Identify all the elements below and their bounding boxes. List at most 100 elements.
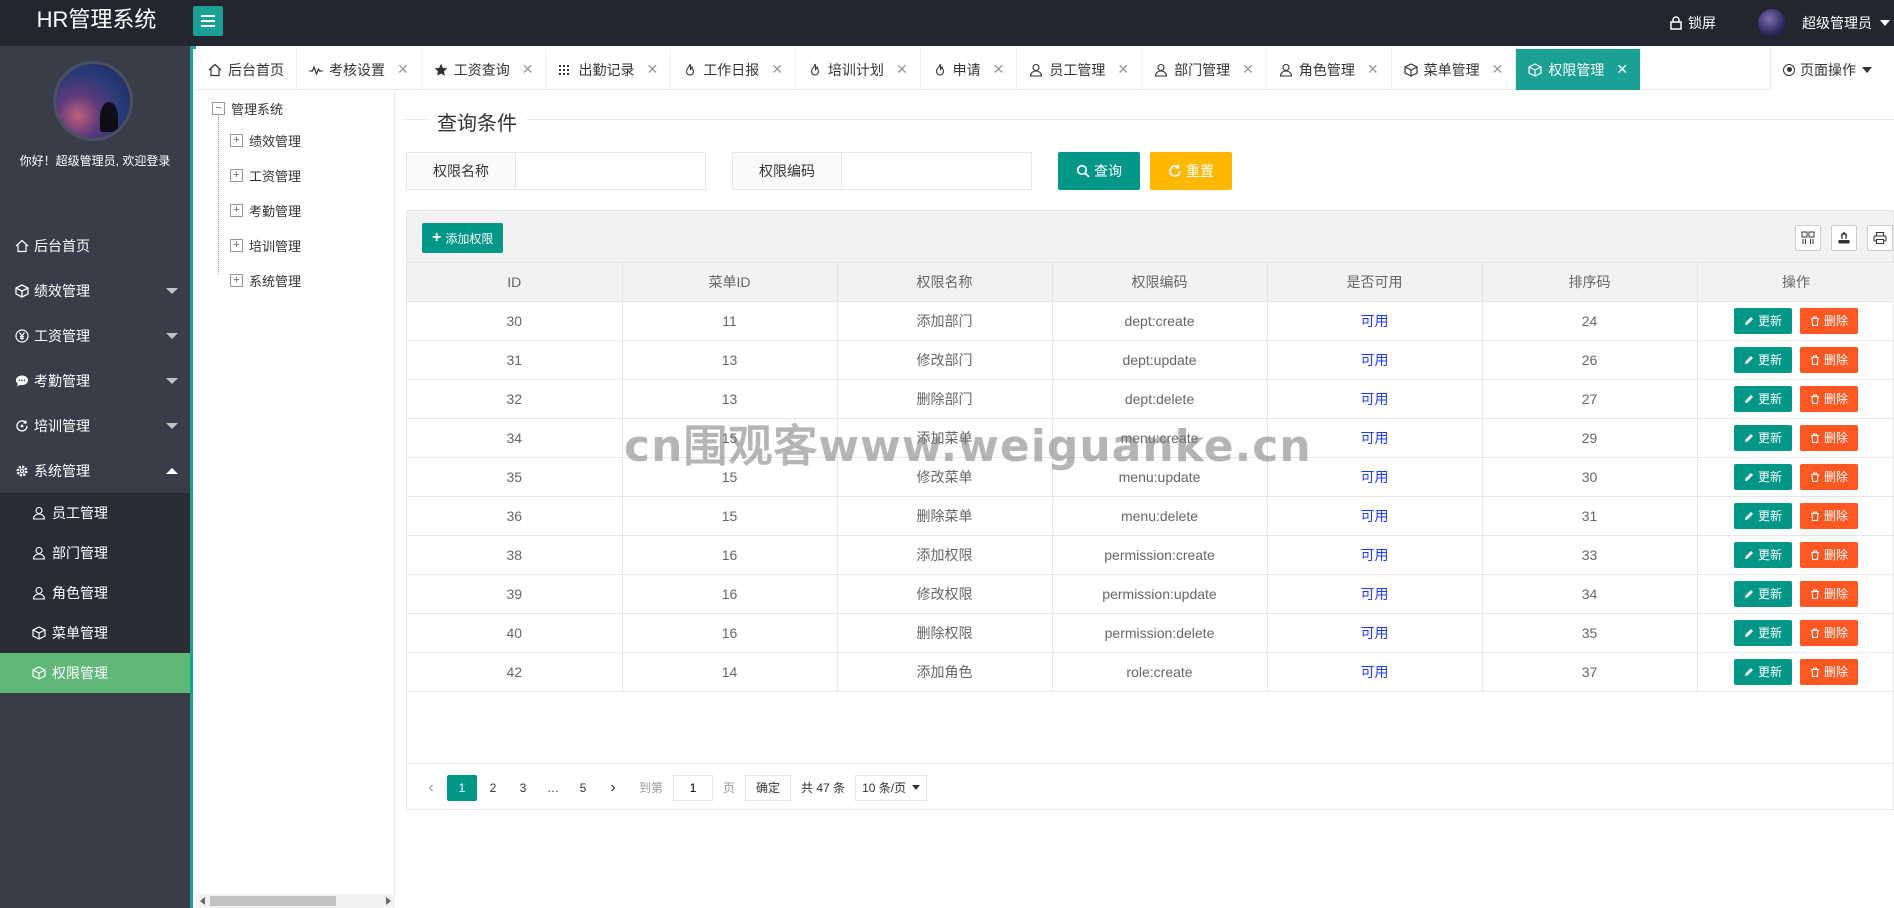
delete-button[interactable]: 删除 (1800, 658, 1859, 685)
tab-9[interactable]: 角色管理 ✕ (1267, 49, 1392, 90)
tab-11[interactable]: 权限管理 ✕ (1516, 49, 1642, 90)
add-permission-button[interactable]: + 添加权限 (422, 223, 504, 253)
page-operations-dropdown[interactable]: 页面操作 (1770, 49, 1894, 90)
expand-icon[interactable]: + (230, 204, 243, 217)
sidebar-item-menus[interactable]: 菜单管理 (0, 613, 190, 653)
export-icon[interactable] (1831, 225, 1857, 251)
close-icon[interactable]: ✕ (1367, 61, 1379, 78)
edit-button[interactable]: 更新 (1733, 502, 1792, 529)
query-form: 权限名称 权限编码 查询 重置 (406, 152, 1242, 190)
tab-6[interactable]: 申请 ✕ (921, 49, 1018, 90)
tab-0[interactable]: 后台首页 (196, 49, 297, 90)
tree-node[interactable]: + 工资管理 (230, 158, 301, 193)
scrollbar-thumb[interactable] (210, 896, 336, 906)
edit-button[interactable]: 更新 (1733, 580, 1792, 607)
tab-3[interactable]: 出勤记录 ✕ (546, 49, 672, 90)
scroll-right-icon[interactable] (386, 897, 391, 905)
next-page-icon[interactable]: › (599, 775, 627, 801)
collapse-icon[interactable]: − (212, 102, 225, 115)
goto-page-input[interactable] (673, 774, 714, 801)
permission-table: ID 菜单ID 权限名称 权限编码 是否可用 排序码 操作 30 11 添加部门 dept:cre… (407, 263, 1894, 692)
tab-label: 培训计划 (827, 61, 884, 78)
sidebar-item-departments[interactable]: 部门管理 (0, 533, 190, 573)
lock-screen-button[interactable]: 锁屏 (1670, 13, 1716, 33)
close-icon[interactable]: ✕ (896, 61, 908, 78)
tree-node[interactable]: + 绩效管理 (230, 123, 301, 158)
delete-button[interactable]: 删除 (1800, 502, 1859, 529)
edit-button[interactable]: 更新 (1733, 463, 1792, 490)
sidebar-item-permissions[interactable]: 权限管理 (0, 653, 190, 693)
sidebar-item-roles[interactable]: 角色管理 (0, 573, 190, 613)
delete-button[interactable]: 删除 (1800, 346, 1859, 373)
page-number[interactable]: 1 (447, 774, 477, 801)
edit-button[interactable]: 更新 (1733, 619, 1792, 646)
sidebar-item-attendance[interactable]: 考勤管理 (0, 358, 190, 403)
edit-button[interactable]: 更新 (1733, 541, 1792, 568)
close-icon[interactable]: ✕ (1616, 61, 1628, 78)
delete-button[interactable]: 删除 (1800, 541, 1859, 568)
delete-button[interactable]: 删除 (1800, 307, 1859, 334)
page-number[interactable]: 2 (479, 775, 507, 801)
tab-5[interactable]: 培训计划 ✕ (796, 49, 921, 90)
tree-node[interactable]: + 系统管理 (230, 263, 301, 298)
row-actions: 更新 删除 (1697, 613, 1894, 653)
edit-button[interactable]: 更新 (1733, 424, 1792, 451)
delete-button[interactable]: 删除 (1800, 619, 1859, 646)
menu-toggle-button[interactable] (193, 6, 223, 36)
tab-8[interactable]: 部门管理 ✕ (1142, 49, 1267, 90)
tab-2[interactable]: 工资查询 ✕ (422, 49, 547, 90)
tab-10[interactable]: 菜单管理 ✕ (1392, 49, 1517, 90)
tab-7[interactable]: 员工管理 ✕ (1017, 49, 1143, 90)
close-icon[interactable]: ✕ (993, 61, 1005, 78)
expand-icon[interactable]: + (230, 134, 243, 147)
delete-button[interactable]: 删除 (1800, 580, 1859, 607)
permission-name-input[interactable] (516, 152, 706, 190)
page-size-select[interactable]: 10 条/页 (855, 774, 928, 801)
close-icon[interactable]: ✕ (1117, 61, 1129, 78)
edit-button[interactable]: 更新 (1733, 385, 1792, 412)
print-icon[interactable] (1867, 225, 1893, 251)
sidebar-item-employees[interactable]: 员工管理 (0, 493, 190, 533)
close-icon[interactable]: ✕ (522, 61, 534, 78)
page-number[interactable]: 3 (509, 775, 537, 801)
table-cell: 修改部门 (837, 340, 1053, 380)
tree-node[interactable]: + 考勤管理 (230, 193, 301, 228)
expand-icon[interactable]: + (230, 169, 243, 182)
delete-button[interactable]: 删除 (1800, 424, 1859, 451)
edit-button[interactable]: 更新 (1733, 307, 1792, 334)
delete-button[interactable]: 删除 (1800, 385, 1859, 412)
tab-4[interactable]: 工作日报 ✕ (671, 49, 796, 90)
expand-icon[interactable]: + (230, 239, 243, 252)
prev-page-icon[interactable]: ‹ (417, 775, 445, 801)
reset-button[interactable]: 重置 (1150, 152, 1232, 190)
column-header: 权限名称 (837, 263, 1053, 302)
permission-code-input[interactable] (842, 152, 1032, 190)
user-avatar[interactable] (1758, 9, 1786, 37)
sidebar-item-performance[interactable]: 绩效管理 (0, 268, 190, 313)
page-number[interactable]: 5 (569, 775, 597, 801)
user-name[interactable]: 超级管理员 (1802, 13, 1872, 33)
close-icon[interactable]: ✕ (1492, 61, 1504, 78)
close-icon[interactable]: ✕ (397, 61, 409, 78)
edit-button[interactable]: 更新 (1733, 346, 1792, 373)
tab-1[interactable]: 考核设置 ✕ (297, 49, 422, 90)
close-icon[interactable]: ✕ (646, 61, 658, 78)
scroll-left-icon[interactable] (200, 897, 205, 905)
horizontal-scrollbar[interactable] (196, 894, 395, 908)
expand-icon[interactable]: + (230, 274, 243, 287)
edit-label: 更新 (1757, 353, 1782, 367)
search-button[interactable]: 查询 (1058, 152, 1140, 190)
goto-confirm-button[interactable]: 确定 (745, 774, 792, 801)
close-icon[interactable]: ✕ (771, 61, 783, 78)
sidebar-item-home[interactable]: 后台首页 (0, 223, 190, 268)
sidebar-item-salary[interactable]: 工资管理 (0, 313, 190, 358)
close-icon[interactable]: ✕ (1242, 61, 1254, 78)
delete-button[interactable]: 删除 (1800, 463, 1859, 490)
edit-button[interactable]: 更新 (1733, 658, 1792, 685)
chevron-down-icon[interactable] (1880, 20, 1890, 26)
sidebar-item-system[interactable]: 系统管理 (0, 448, 190, 493)
tree-node[interactable]: + 培训管理 (230, 228, 301, 263)
columns-filter-icon[interactable] (1795, 225, 1821, 251)
tree-root[interactable]: − 管理系统 (212, 99, 283, 118)
sidebar-item-training[interactable]: 培训管理 (0, 403, 190, 448)
